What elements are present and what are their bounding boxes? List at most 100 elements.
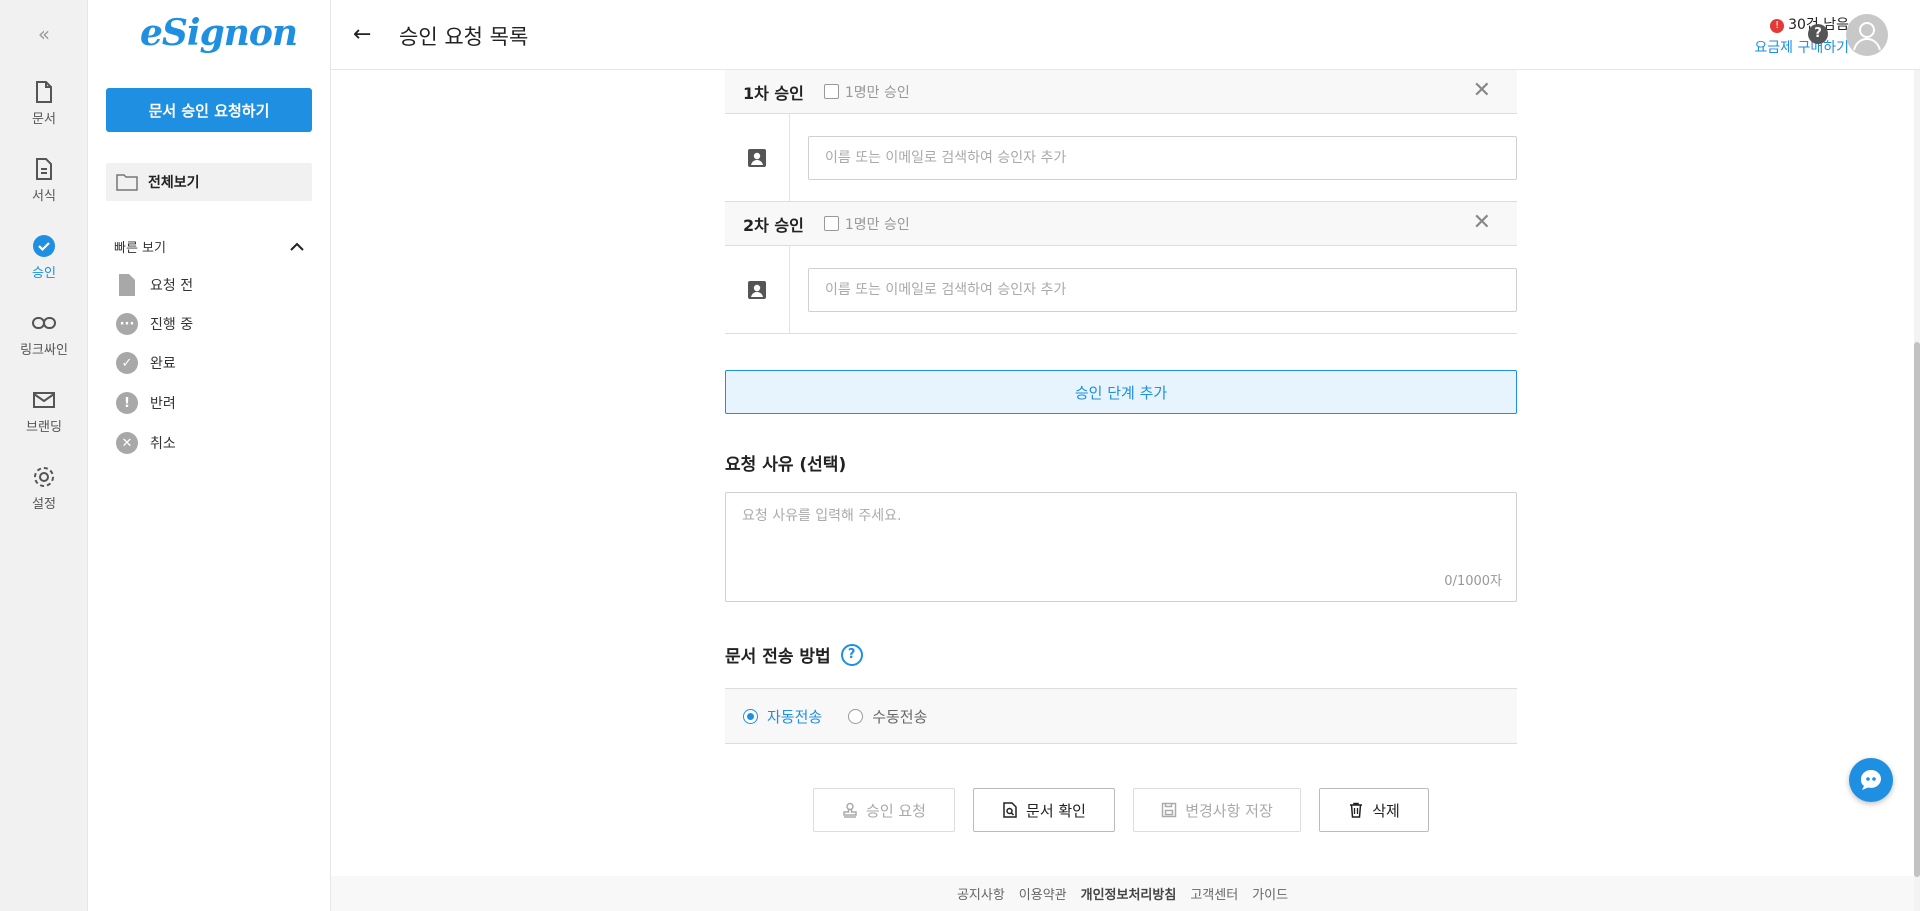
button-label: 문서 확인	[1026, 801, 1086, 820]
rail-item-branding[interactable]: 브랜딩	[0, 388, 88, 435]
quick-item-in-progress[interactable]: ··· 진행 중	[116, 313, 193, 335]
reason-section-title: 요청 사유 (선택)	[725, 455, 847, 475]
add-approval-step-button[interactable]: 승인 단계 추가	[725, 370, 1517, 414]
quick-item-label: 취소	[150, 436, 176, 452]
ellipsis-icon: ···	[116, 313, 138, 335]
save-changes-button[interactable]: 변경사항 저장	[1133, 788, 1301, 832]
sidebar-item-label: 전체보기	[148, 175, 200, 191]
close-icon[interactable]: ✕	[1473, 78, 1491, 103]
quick-item-label: 진행 중	[150, 317, 194, 333]
document-filled-icon	[119, 274, 135, 296]
reason-textarea[interactable]	[726, 493, 1516, 601]
trash-icon	[1350, 802, 1363, 818]
document-search-icon	[1003, 802, 1017, 818]
quick-item-before-request[interactable]: 요청 전	[116, 273, 193, 297]
close-icon[interactable]: ✕	[1473, 210, 1491, 235]
stamp-icon	[843, 802, 857, 818]
char-counter: 0/1000자	[1444, 574, 1502, 589]
rail-label: 승인	[32, 266, 56, 281]
collapse-sidebar-icon[interactable]: «	[0, 22, 88, 46]
step-name: 1차 승인	[743, 83, 804, 103]
quick-item-label: 요청 전	[150, 278, 194, 294]
quick-item-rejected[interactable]: ! 반려	[116, 392, 176, 414]
radio-button[interactable]	[848, 708, 864, 724]
quick-item-completed[interactable]: ✓ 완료	[116, 352, 176, 374]
rail-item-linksign[interactable]: 링크싸인	[0, 311, 88, 358]
question-circle-icon[interactable]: ?	[840, 643, 863, 666]
delete-button[interactable]: 삭제	[1319, 788, 1429, 832]
button-label: 승인 요청	[866, 801, 926, 820]
check-document-button[interactable]: 문서 확인	[973, 788, 1115, 832]
back-arrow-icon[interactable]: ←	[353, 22, 371, 47]
step-name: 2차 승인	[743, 215, 804, 235]
approver-search-input[interactable]	[808, 136, 1517, 180]
reason-field: 0/1000자	[725, 492, 1517, 602]
approval-step-1-body	[725, 114, 1517, 202]
template-icon	[36, 158, 52, 180]
quick-view-header[interactable]: 빠른 보기	[114, 237, 304, 256]
page-title: 승인 요청 목록	[399, 25, 529, 49]
x-circle-icon: ✕	[116, 432, 138, 454]
exclamation-circle-icon: !	[116, 392, 138, 414]
sidebar-item-all[interactable]: 전체보기	[106, 163, 312, 201]
help-icon[interactable]: ?	[1808, 24, 1828, 44]
single-approver-checkbox[interactable]: 1명만 승인	[823, 214, 910, 234]
radio-manual-send[interactable]: 수동전송	[848, 706, 927, 727]
footer-link-support[interactable]: 고객센터	[1190, 884, 1238, 903]
scrollbar[interactable]	[1914, 70, 1920, 911]
footer-link-guide[interactable]: 가이드	[1252, 884, 1288, 903]
quick-item-cancelled[interactable]: ✕ 취소	[116, 432, 176, 454]
top-header: ← 승인 요청 목록 ! 30건 남음 요금제 구매하기 ?	[331, 0, 1920, 70]
document-icon	[36, 81, 52, 103]
chat-bubble-icon	[1860, 770, 1881, 790]
footer-link-terms[interactable]: 이용약관	[1019, 884, 1067, 903]
chevron-up-icon[interactable]	[290, 242, 304, 252]
footer-link-privacy[interactable]: 개인정보처리방침	[1081, 884, 1177, 903]
approver-search-input[interactable]	[808, 268, 1517, 312]
contact-icon	[725, 246, 790, 333]
send-method-title: 문서 전송 방법 ?	[725, 642, 863, 667]
gear-icon	[34, 467, 54, 487]
button-label: 변경사항 저장	[1185, 801, 1273, 820]
link-icon	[32, 317, 56, 329]
approval-step-2-header: 2차 승인 1명만 승인 ✕	[725, 202, 1517, 246]
action-bar: 승인 요청 문서 확인 변경사항 저장 삭제	[813, 788, 1429, 832]
scrollbar-thumb[interactable]	[1914, 342, 1920, 877]
checkbox-label: 1명만 승인	[844, 216, 910, 233]
avatar[interactable]	[1846, 14, 1888, 56]
approval-check-icon	[33, 235, 55, 257]
request-approval-button[interactable]: 문서 승인 요청하기	[106, 88, 312, 132]
footer-link-notice[interactable]: 공지사항	[957, 884, 1005, 903]
quick-item-label: 반려	[150, 396, 176, 412]
rail-label: 브랜딩	[26, 420, 62, 435]
alert-icon: !	[1770, 19, 1785, 33]
save-icon	[1161, 802, 1177, 818]
single-approver-checkbox[interactable]: 1명만 승인	[823, 82, 910, 102]
user-icon	[1853, 22, 1881, 51]
checkbox-box[interactable]	[823, 216, 839, 231]
footer: 공지사항 이용약관 개인정보처리방침 고객센터 가이드	[331, 876, 1914, 911]
rail-item-documents[interactable]: 문서	[0, 80, 88, 127]
rail-item-settings[interactable]: 설정	[0, 465, 88, 512]
send-method-options: 자동전송 수동전송	[725, 688, 1517, 744]
sidebar: eSignon 문서 승인 요청하기 전체보기 빠른 보기 요청 전 ··· 진…	[88, 0, 331, 911]
rail-label: 서식	[32, 189, 56, 204]
chat-button[interactable]	[1849, 758, 1893, 802]
radio-button[interactable]	[743, 708, 758, 724]
radio-auto-send[interactable]: 자동전송	[743, 706, 822, 727]
rail-label: 설정	[32, 497, 56, 512]
request-approval-action-button[interactable]: 승인 요청	[813, 788, 955, 832]
quick-item-label: 완료	[150, 356, 176, 372]
rail-item-approval[interactable]: 승인	[0, 234, 88, 281]
icon-rail: « 문서 서식 승인 링크싸인 브랜딩 설정	[0, 0, 88, 911]
esignon-logo[interactable]: eSignon	[140, 12, 298, 54]
contact-icon	[725, 114, 790, 201]
quick-view-title: 빠른 보기	[114, 241, 166, 256]
button-label: 삭제	[1372, 801, 1400, 820]
rail-item-templates[interactable]: 서식	[0, 157, 88, 204]
approval-step-1-header: 1차 승인 1명만 승인 ✕	[725, 70, 1517, 114]
check-circle-icon: ✓	[116, 352, 138, 374]
checkbox-box[interactable]	[823, 84, 839, 99]
rail-label: 문서	[32, 112, 56, 127]
rail-label: 링크싸인	[20, 343, 68, 358]
